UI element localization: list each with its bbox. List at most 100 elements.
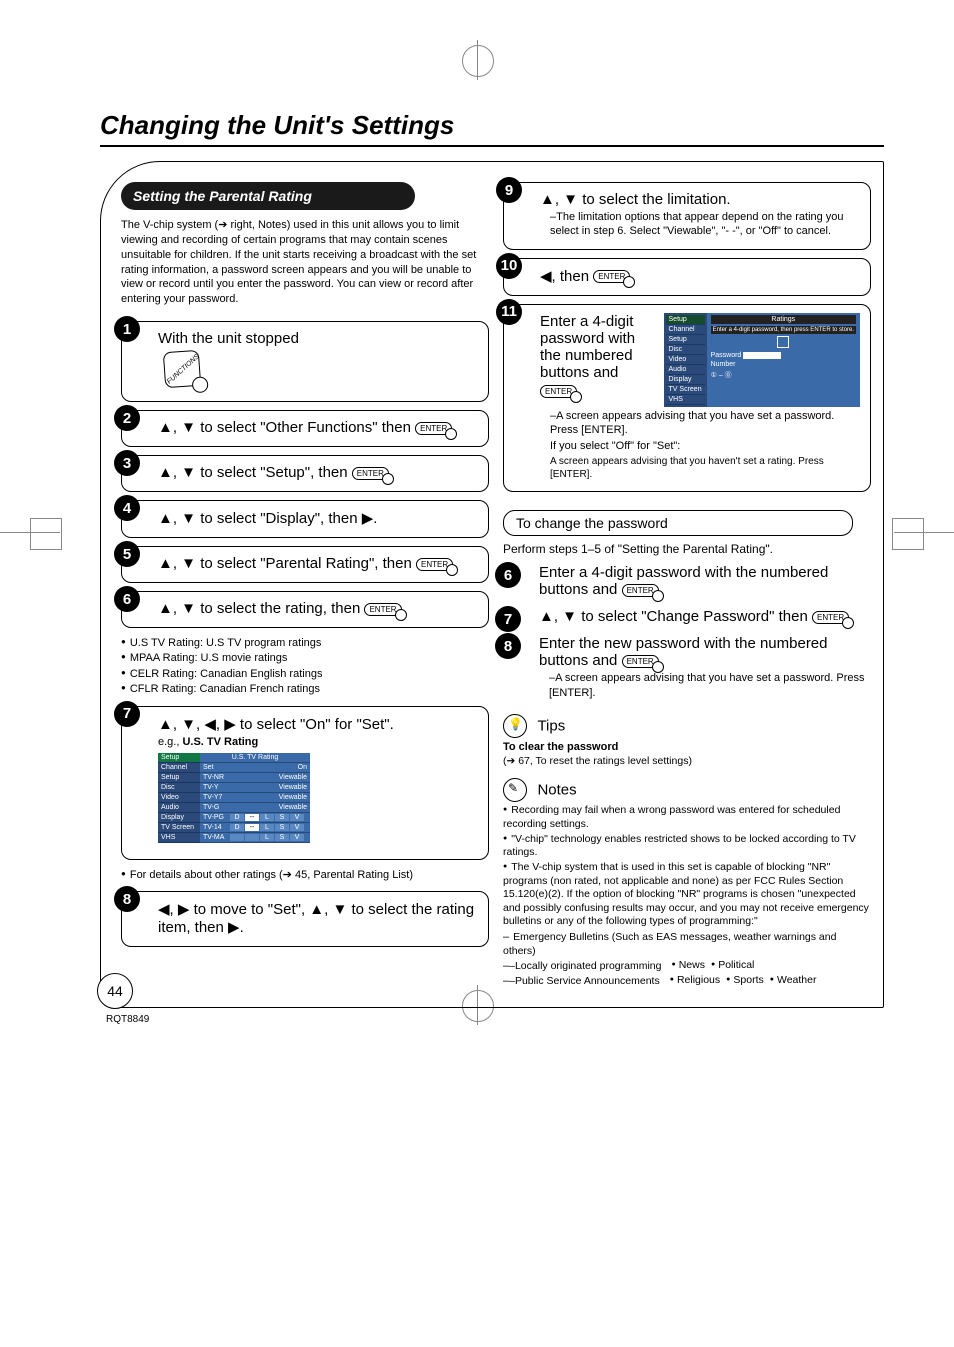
step-text: ◀, then [540, 268, 589, 285]
step-number-icon: 8 [495, 633, 521, 659]
osd-cell: Disc [158, 783, 200, 793]
step-text: ▲, ▼ to select "Parental Rating", then [158, 555, 412, 572]
step-6: 6 ▲, ▼ to select the rating, then ENTER [121, 591, 489, 628]
osd-cell: Audio [158, 803, 200, 813]
functions-button-icon: FUNCTIONS [163, 350, 201, 388]
step-subtext: –A screen appears advising that you have… [540, 409, 860, 438]
content-frame: Setting the Parental Rating The V-chip s… [100, 161, 884, 1008]
step-number-icon: 5 [114, 541, 140, 567]
tips-bold: To clear the password [503, 741, 618, 753]
osd-cell: Channel [158, 763, 200, 773]
enter-button-icon: ENTER [622, 655, 659, 668]
step-number-icon: 6 [495, 562, 521, 588]
step-text: ◀, ▶ to move to "Set", ▲, ▼ to select th… [158, 901, 474, 936]
notes-header: Notes [537, 782, 576, 799]
list-item: "V-chip" technology enables restricted s… [503, 833, 871, 860]
right-column: 9 ▲, ▼ to select the limitation. –The li… [503, 182, 871, 989]
step-number-icon: 7 [114, 701, 140, 727]
list-item: CELR Rating: Canadian English ratings [121, 667, 489, 682]
tips-section: Tips To clear the password (➔ 67, To res… [503, 714, 871, 768]
step-text: Enter a 4-digit password with the number… [539, 564, 828, 598]
notes-section: Notes Recording may fail when a wrong pa… [503, 778, 871, 988]
step-number-icon: 7 [495, 606, 521, 632]
step-text: Enter the new password with the numbered… [539, 635, 828, 669]
step-2: 2 ▲, ▼ to select "Other Functions" then … [121, 410, 489, 447]
osd-cell: TV Screen [158, 823, 200, 833]
page: Changing the Unit's Settings Setting the… [0, 0, 954, 1065]
step-number-icon: 6 [114, 586, 140, 612]
lock-icon [777, 336, 789, 348]
page-title: Changing the Unit's Settings [100, 110, 884, 147]
enter-button-icon: ENTER [540, 385, 577, 398]
notes-icon [503, 778, 527, 802]
list-item: Emergency Bulletins (Such as EAS message… [503, 930, 871, 958]
step-text: Enter a 4-digit password with the number… [540, 313, 635, 381]
osd-cell: Video [158, 793, 200, 803]
step-text: ▲, ▼ to select "Display", then ▶. [158, 510, 377, 527]
step-number-icon: 9 [496, 177, 522, 203]
tips-text: (➔ 67, To reset the ratings level settin… [503, 755, 692, 767]
osd-password-screen: Setup Channel Setup Disc Video Audio Dis… [664, 313, 860, 407]
step-text: ▲, ▼ to select "Change Password" then [539, 608, 808, 625]
osd-cell: Display [158, 813, 200, 823]
list-item: The V-chip system that is used in this s… [503, 861, 871, 929]
step-number-icon: 4 [114, 495, 140, 521]
step-text: With the unit stopped [158, 330, 299, 347]
step-number-icon: 10 [496, 253, 522, 279]
osd-cell: Setup [158, 753, 200, 763]
enter-button-icon: ENTER [593, 270, 630, 283]
step-3: 3 ▲, ▼ to select "Setup", then ENTER [121, 455, 489, 492]
step-number-icon: 2 [114, 405, 140, 431]
step-subtext: If you select "Off" for "Set": [540, 439, 860, 453]
step-subtext: –A screen appears advising that you have… [539, 671, 871, 700]
tips-icon [503, 714, 527, 738]
step-number-icon: 11 [496, 299, 522, 325]
step-text: ▲, ▼ to select the limitation. [540, 191, 731, 208]
step-number-icon: 3 [114, 450, 140, 476]
change-password-intro: Perform steps 1–5 of "Setting the Parent… [503, 542, 871, 556]
intro-text: The V-chip system (➔ right, Notes) used … [121, 218, 489, 307]
change-password-header: To change the password [503, 510, 853, 536]
osd-cell: U.S. TV Rating [200, 753, 310, 763]
step-4: 4 ▲, ▼ to select "Display", then ▶. [121, 500, 489, 538]
step-text: ▲, ▼ to select the rating, then [158, 600, 360, 617]
list-item: U.S TV Rating: U.S TV program ratings [121, 636, 489, 651]
step-number-icon: 1 [114, 316, 140, 342]
step-text: ▲, ▼ to select "Other Functions" then [158, 419, 411, 436]
step-text: ▲, ▼ to select "Setup", then [158, 464, 348, 481]
step-1: 1 With the unit stopped FUNCTIONS [121, 321, 489, 402]
step-subtext: A screen appears advising that you haven… [540, 455, 860, 481]
enter-button-icon: ENTER [622, 584, 659, 597]
tips-header: Tips [537, 718, 565, 735]
enter-button-icon: ENTER [416, 558, 453, 571]
enter-button-icon: ENTER [415, 422, 452, 435]
footer-code: RQT8849 [106, 1014, 884, 1025]
change-step-6: 6 Enter a 4-digit password with the numb… [503, 564, 871, 598]
step-example: e.g., U.S. TV Rating [158, 735, 478, 749]
enter-button-icon: ENTER [364, 603, 401, 616]
list-item: For details about other ratings (➔ 45, P… [121, 868, 489, 883]
section-header: Setting the Parental Rating [121, 182, 415, 210]
step-5: 5 ▲, ▼ to select "Parental Rating", then… [121, 546, 489, 583]
step-number-icon: 8 [114, 886, 140, 912]
list-item: Recording may fail when a wrong password… [503, 804, 871, 831]
enter-button-icon: ENTER [352, 467, 389, 480]
osd-cell: VHS [158, 833, 200, 843]
step-subtext: –The limitation options that appear depe… [540, 210, 860, 239]
osd-rating-table: Setup U.S. TV Rating ChannelSetOn SetupT… [158, 753, 310, 843]
step-9: 9 ▲, ▼ to select the limitation. –The li… [503, 182, 871, 250]
left-column: Setting the Parental Rating The V-chip s… [121, 182, 489, 989]
list-item: MPAA Rating: U.S movie ratings [121, 651, 489, 666]
page-number: 44 [97, 973, 133, 1009]
list-item: CFLR Rating: Canadian French ratings [121, 682, 489, 697]
step-8: 8 ◀, ▶ to move to "Set", ▲, ▼ to select … [121, 891, 489, 947]
ratings-bullet-list: U.S TV Rating: U.S TV program ratings MP… [121, 636, 489, 698]
osd-cell: Setup [158, 773, 200, 783]
step-7: 7 ▲, ▼, ◀, ▶ to select "On" for "Set". e… [121, 706, 489, 860]
enter-button-icon: ENTER [812, 611, 849, 624]
change-step-7: 7 ▲, ▼ to select "Change Password" then … [503, 608, 871, 625]
step-11: 11 Setup Channel Setup Disc Video Audio … [503, 304, 871, 493]
step-10: 10 ◀, then ENTER [503, 258, 871, 296]
change-step-8: 8 Enter the new password with the number… [503, 635, 871, 700]
details-bullet: For details about other ratings (➔ 45, P… [121, 868, 489, 883]
